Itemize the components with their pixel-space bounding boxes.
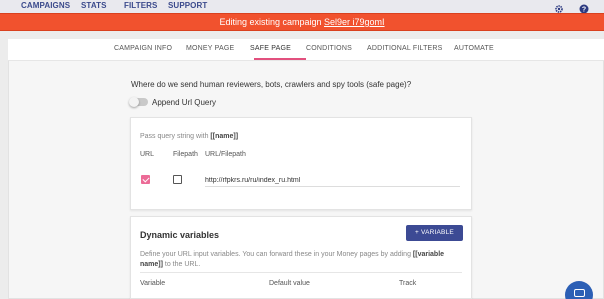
- safe-page-url-card: [130, 117, 472, 210]
- url-filepath-input[interactable]: [205, 175, 460, 187]
- header-variable: Variable: [140, 280, 166, 287]
- safe-page-question: Where do we send human reviewers, bots, …: [131, 80, 412, 89]
- tab-automate[interactable]: AUTOMATE: [454, 45, 494, 52]
- nav-stats[interactable]: STATS: [81, 1, 107, 10]
- col-url: URL: [140, 151, 155, 158]
- header-track: Track: [399, 280, 417, 287]
- append-url-query-label: Append Url Query: [152, 98, 217, 107]
- append-url-query-toggle[interactable]: [129, 97, 148, 107]
- tab-additional-filters[interactable]: ADDITIONAL FILTERS: [367, 45, 443, 52]
- col-url-filepath: URL/Filepath: [205, 151, 246, 158]
- nav-support[interactable]: SUPPORT: [168, 1, 207, 10]
- filepath-checkbox[interactable]: [173, 175, 182, 184]
- tab-bar: CAMPAIGN INFO MONEY PAGE SAFE PAGE CONDI…: [8, 39, 604, 61]
- hint-prefix: Pass query string with: [140, 133, 211, 140]
- tab-conditions[interactable]: CONDITIONS: [306, 45, 352, 52]
- url-checkbox[interactable]: [141, 175, 150, 184]
- chat-icon: [574, 289, 585, 297]
- tab-safe-page[interactable]: SAFE PAGE: [250, 45, 291, 52]
- dynamic-variables-title: Dynamic variables: [140, 230, 220, 240]
- tab-campaign-info[interactable]: CAMPAIGN INFO: [114, 45, 172, 52]
- campaign-link[interactable]: Sel9er i79gomI: [324, 17, 385, 27]
- nav-filters[interactable]: FILTERS: [124, 1, 157, 10]
- tab-money-page[interactable]: MONEY PAGE: [186, 45, 234, 52]
- col-filepath: Filepath: [173, 151, 198, 158]
- add-variable-button[interactable]: + VARIABLE: [406, 225, 463, 241]
- desc-prefix: Define your URL input variables. You can…: [140, 251, 413, 258]
- top-navigation: CAMPAIGNS STATS FILTERS SUPPORT ?: [0, 0, 604, 14]
- help-icon[interactable]: ?: [579, 1, 589, 14]
- active-tab-indicator: [254, 58, 306, 60]
- dynamic-variables-description: Define your URL input variables. You can…: [140, 250, 465, 270]
- desc-suffix: to the URL.: [162, 261, 201, 268]
- header-default-value: Default value: [269, 280, 310, 287]
- hint-token: [[name]]: [210, 133, 239, 140]
- toggle-knob: [129, 97, 139, 107]
- gear-icon[interactable]: [554, 1, 564, 13]
- query-string-hint: Pass query string with [[name]]: [140, 133, 238, 140]
- divider: [140, 272, 462, 273]
- nav-campaigns[interactable]: CAMPAIGNS: [21, 1, 70, 10]
- banner-text: Editing existing campaign: [219, 17, 324, 27]
- editing-campaign-banner: Editing existing campaign Sel9er i79gomI: [0, 13, 604, 31]
